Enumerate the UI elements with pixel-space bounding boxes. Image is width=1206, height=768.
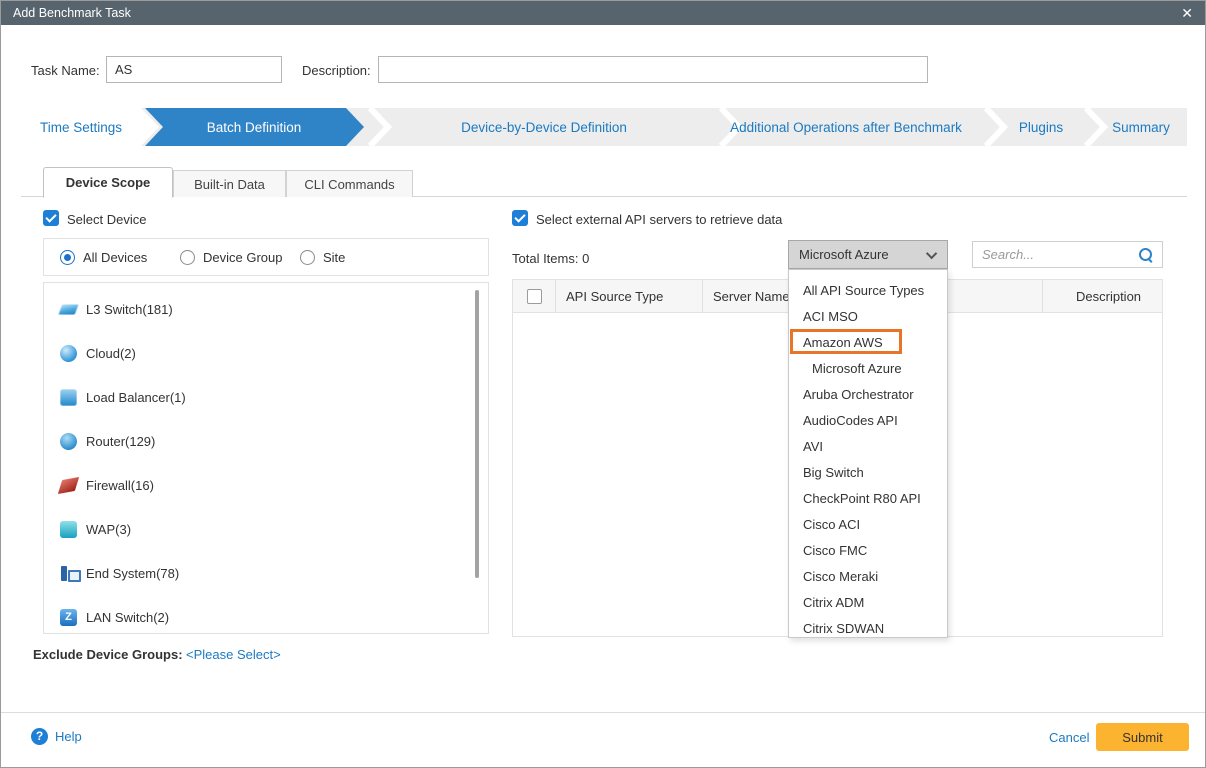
- option-citrix-sdwan[interactable]: Citrix SDWAN: [789, 616, 947, 638]
- device-type-list: L3 Switch(181) Cloud(2) Load Balancer(1)…: [43, 282, 489, 634]
- radio-site[interactable]: Site: [300, 250, 345, 265]
- router-icon: [60, 433, 77, 450]
- total-items-label: Total Items:: [512, 251, 578, 266]
- device-type-label: Firewall(16): [86, 478, 154, 493]
- wizard-steps: Time Settings Batch Definition Device-by…: [21, 108, 1187, 146]
- option-all-api-source-types[interactable]: All API Source Types: [789, 278, 947, 304]
- task-name-input[interactable]: [106, 56, 282, 83]
- device-type-label: Load Balancer(1): [86, 390, 186, 405]
- search-icon[interactable]: [1138, 247, 1154, 263]
- device-type-label: LAN Switch(2): [86, 610, 169, 625]
- total-items: Total Items: 0: [512, 251, 589, 266]
- description-label: Description:: [302, 63, 371, 78]
- step-label-device-by-device[interactable]: Device-by-Device Definition: [461, 120, 627, 135]
- dropdown-selected-value: Microsoft Azure: [799, 247, 889, 262]
- chevron-down-icon: [926, 247, 937, 258]
- column-description: Description: [1042, 280, 1162, 312]
- list-item-l3-switch[interactable]: L3 Switch(181): [44, 287, 488, 331]
- radio-device-group[interactable]: Device Group: [180, 250, 282, 265]
- device-type-label: End System(78): [86, 566, 179, 581]
- load-balancer-icon: [60, 389, 77, 406]
- list-item-cloud[interactable]: Cloud(2): [44, 331, 488, 375]
- step-label-batch-definition[interactable]: Batch Definition: [207, 120, 302, 135]
- radio-label: All Devices: [83, 250, 147, 265]
- step-label-summary[interactable]: Summary: [1112, 120, 1170, 135]
- dialog-title: Add Benchmark Task: [13, 6, 131, 20]
- tab-label: CLI Commands: [304, 177, 394, 192]
- option-amazon-aws[interactable]: Amazon AWS: [789, 330, 947, 356]
- lan-switch-icon: [60, 609, 77, 626]
- select-device-checkbox[interactable]: [43, 210, 59, 226]
- description-input[interactable]: [378, 56, 928, 83]
- submit-button[interactable]: Submit: [1096, 723, 1189, 751]
- exclude-device-groups-link[interactable]: <Please Select>: [186, 647, 281, 662]
- tab-cli-commands[interactable]: CLI Commands: [286, 170, 413, 197]
- option-audiocodes-api[interactable]: AudioCodes API: [789, 408, 947, 434]
- wap-icon: [60, 521, 77, 538]
- tab-label: Built-in Data: [194, 177, 265, 192]
- header-checkbox-cell: [513, 280, 555, 312]
- radio-label: Device Group: [203, 250, 282, 265]
- tab-built-in-data[interactable]: Built-in Data: [173, 170, 286, 197]
- option-cisco-meraki[interactable]: Cisco Meraki: [789, 564, 947, 590]
- option-label: Amazon AWS: [803, 335, 883, 350]
- exclude-device-groups-label: Exclude Device Groups:: [33, 647, 183, 662]
- tab-device-scope[interactable]: Device Scope: [43, 167, 173, 198]
- list-item-wap[interactable]: WAP(3): [44, 507, 488, 551]
- search-input[interactable]: [973, 242, 1133, 267]
- list-item-firewall[interactable]: Firewall(16): [44, 463, 488, 507]
- total-items-value: 0: [582, 251, 589, 266]
- option-aci-mso[interactable]: ACI MSO: [789, 304, 947, 330]
- cancel-button[interactable]: Cancel: [1049, 730, 1089, 745]
- add-benchmark-task-dialog: Add Benchmark Task ✕ Task Name: Descript…: [0, 0, 1206, 768]
- help-icon: ?: [31, 728, 48, 745]
- device-list-scrollbar[interactable]: [475, 290, 479, 578]
- device-type-label: Router(129): [86, 434, 155, 449]
- step-label-plugins[interactable]: Plugins: [1019, 120, 1064, 135]
- list-item-lan-switch[interactable]: LAN Switch(2): [44, 595, 488, 634]
- l3-switch-icon: [58, 304, 79, 315]
- radio-icon: [300, 250, 315, 265]
- device-type-label: L3 Switch(181): [86, 302, 173, 317]
- option-big-switch[interactable]: Big Switch: [789, 460, 947, 486]
- option-microsoft-azure[interactable]: Microsoft Azure: [789, 356, 947, 382]
- column-api-source-type: API Source Type: [555, 280, 702, 312]
- list-item-end-system[interactable]: End System(78): [44, 551, 488, 595]
- select-api-servers-checkbox[interactable]: [512, 210, 528, 226]
- list-item-router[interactable]: Router(129): [44, 419, 488, 463]
- search-box: [972, 241, 1163, 268]
- select-device-label: Select Device: [67, 212, 146, 227]
- title-bar: Add Benchmark Task ✕: [1, 1, 1205, 25]
- radio-icon: [180, 250, 195, 265]
- end-system-icon: [60, 565, 77, 582]
- cloud-icon: [60, 345, 77, 362]
- option-cisco-aci[interactable]: Cisco ACI: [789, 512, 947, 538]
- option-aruba-orchestrator[interactable]: Aruba Orchestrator: [789, 382, 947, 408]
- footer-divider: [1, 712, 1205, 713]
- sub-tab-bar: Device Scope Built-in Data CLI Commands: [21, 167, 1187, 197]
- radio-label: Site: [323, 250, 345, 265]
- option-citrix-adm[interactable]: Citrix ADM: [789, 590, 947, 616]
- option-cisco-fmc[interactable]: Cisco FMC: [789, 538, 947, 564]
- help-label: Help: [55, 729, 82, 744]
- select-api-servers-label: Select external API servers to retrieve …: [536, 212, 782, 227]
- option-checkpoint-r80-api[interactable]: CheckPoint R80 API: [789, 486, 947, 512]
- list-item-load-balancer[interactable]: Load Balancer(1): [44, 375, 488, 419]
- api-source-type-dropdown[interactable]: Microsoft Azure: [788, 240, 948, 269]
- device-type-label: Cloud(2): [86, 346, 136, 361]
- step-label-additional-operations[interactable]: Additional Operations after Benchmark: [730, 120, 962, 135]
- api-source-type-dropdown-list: All API Source Types ACI MSO Amazon AWS …: [788, 269, 948, 638]
- device-scope-option-box: All Devices Device Group Site: [43, 238, 489, 276]
- option-avi[interactable]: AVI: [789, 434, 947, 460]
- step-label-time-settings[interactable]: Time Settings: [40, 120, 122, 135]
- task-name-label: Task Name:: [31, 63, 100, 78]
- firewall-icon: [58, 476, 79, 493]
- device-type-label: WAP(3): [86, 522, 131, 537]
- close-icon[interactable]: ✕: [1181, 6, 1193, 20]
- select-all-checkbox[interactable]: [527, 289, 542, 304]
- radio-icon: [60, 250, 75, 265]
- help-link[interactable]: ? Help: [31, 728, 82, 745]
- radio-all-devices[interactable]: All Devices: [60, 250, 147, 265]
- tab-label: Device Scope: [66, 175, 151, 190]
